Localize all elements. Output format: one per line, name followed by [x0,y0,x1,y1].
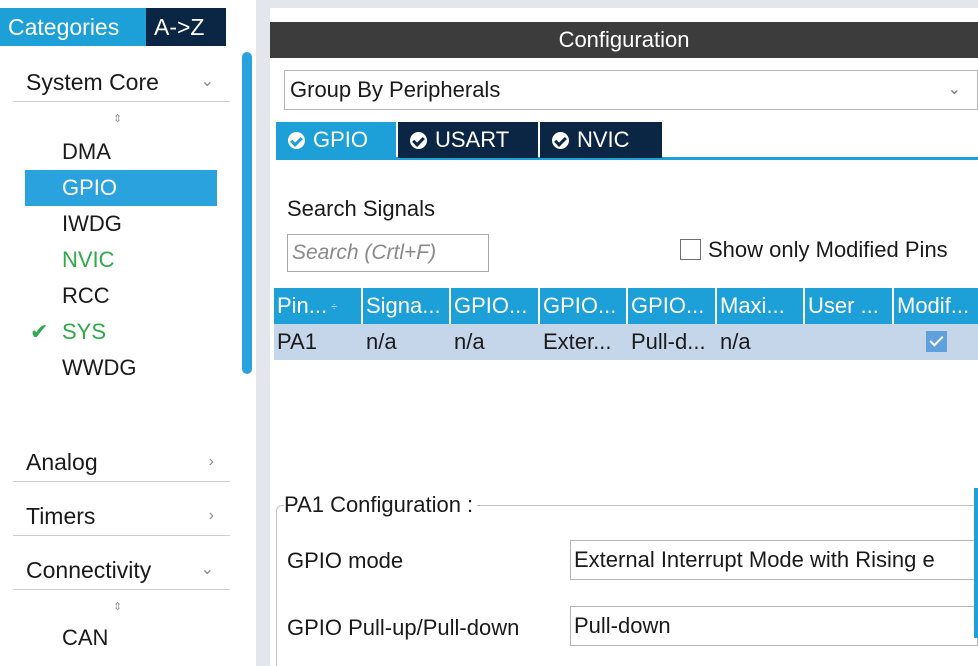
group-by-value: Group By Peripherals [290,77,501,102]
panel-divider[interactable] [256,0,270,666]
chevron-right-icon: › [208,453,214,470]
sidebar-scrollbar[interactable] [242,52,252,374]
cell-user-label[interactable] [805,324,894,360]
tree-item-label: GPIO [62,175,118,200]
tree-item-label: IWDG [62,211,122,236]
tree-item-label: RCC [62,283,110,308]
tab-nvic[interactable]: NVIC [540,122,662,158]
tree-item-dma[interactable]: DMA [25,134,217,170]
tree-item-label: SYS [62,319,107,344]
category-analog[interactable]: Analog › [13,442,230,482]
column-header-gpio-mode[interactable]: GPIO... [540,288,628,324]
left-panel: Categories A->Z System Core ⌄ ⇕ DMA GPIO… [0,0,256,666]
column-header-gpio-pull[interactable]: GPIO... [628,288,717,324]
header-text: Pin... [277,293,328,318]
chevron-down-icon: ⌄ [947,81,961,98]
column-header-max-speed[interactable]: Maxi... [717,288,805,324]
tab-label: GPIO [313,127,369,152]
show-modified-pins-checkbox[interactable]: Show only Modified Pins [680,236,948,264]
chevron-right-icon: › [208,507,214,524]
peripheral-tabs: GPIO USART NVIC [276,122,978,160]
category-tree: System Core ⌄ ⇕ DMA GPIO IWDG NVIC RCC ✔… [0,50,242,666]
top-gap [270,0,978,8]
tree-item-can[interactable]: CAN [25,620,217,656]
category-label: Timers [26,503,96,529]
check-circle-icon [410,132,427,149]
check-circle-icon [288,132,305,149]
column-header-signal[interactable]: Signa... [363,288,451,324]
search-signals-input[interactable] [287,234,489,272]
tab-categories[interactable]: Categories [0,8,146,46]
category-label: Connectivity [26,557,152,583]
category-label: System Core [26,69,159,95]
tree-item-gpio[interactable]: GPIO [25,170,217,206]
column-header-modified[interactable]: Modif... [894,288,978,324]
category-connectivity[interactable]: Connectivity ⌄ [13,550,230,590]
right-scrollbar[interactable] [974,488,978,638]
tab-spacer [226,8,256,46]
chevron-down-icon: ⌄ [200,73,214,90]
search-signals-label: Search Signals [287,196,435,221]
tab-a-z[interactable]: A->Z [146,8,226,46]
tree-item-label: CAN [62,625,109,650]
tree-item-rcc[interactable]: RCC [25,278,217,314]
tab-usart[interactable]: USART [398,122,538,158]
sort-icon[interactable]: ⇕ [113,112,122,125]
sort-icon[interactable]: ⇕ [113,600,122,613]
chevron-down-icon: ⌄ [200,561,214,578]
tree-item-label: WWDG [62,355,137,380]
show-modified-label: Show only Modified Pins [708,237,948,262]
gpio-pull-select[interactable]: Pull-down [570,606,978,646]
column-header-pin[interactable]: Pin... ÷ [274,288,363,324]
tree-item-sys[interactable]: ✔ SYS [25,314,217,350]
tree-item-label: DMA [62,139,111,164]
category-system-core[interactable]: System Core ⌄ [13,62,230,102]
tab-label: NVIC [577,127,630,152]
pin-table: Pin... ÷ Signa... GPIO... GPIO... GPIO...… [274,288,978,360]
tree-item-nvic[interactable]: NVIC [25,242,217,278]
configuration-panel: Configuration Group By Peripherals ⌄ GPI… [270,0,978,666]
cell-gpio-pull: Pull-d... [631,329,706,354]
cell-pin: PA1 [277,329,317,354]
cell-signal: n/a [366,329,397,354]
group-by-select[interactable]: Group By Peripherals ⌄ [284,70,978,110]
column-header-gpio-output[interactable]: GPIO... [451,288,540,324]
sort-icon: ÷ [331,301,338,313]
category-timers[interactable]: Timers › [13,496,230,536]
table-row[interactable]: PA1 n/a n/a Exter... Pull-d... n/a [274,324,978,360]
tab-gpio[interactable]: GPIO [276,122,396,158]
checkmark-icon: ✔ [30,319,49,344]
column-header-user-label[interactable]: User ... [805,288,894,324]
gpio-pull-label: GPIO Pull-up/Pull-down [287,615,520,640]
modified-checkbox[interactable] [926,331,947,352]
tree-item-iwdg[interactable]: IWDG [25,206,217,242]
tab-label: USART [435,127,510,152]
checkbox-box[interactable] [680,239,701,260]
check-circle-icon [552,132,569,149]
tree-item-label: NVIC [62,247,115,272]
pin-config-title: PA1 Configuration : [284,492,478,518]
cell-gpio-output: n/a [454,329,485,354]
table-header: Pin... ÷ Signa... GPIO... GPIO... GPIO...… [274,288,978,324]
configuration-header: Configuration [270,22,978,58]
gpio-mode-label: GPIO mode [287,548,404,573]
cell-gpio-mode: Exter... [543,329,612,354]
cell-max-speed: n/a [720,329,751,354]
sidebar-view-tabs: Categories A->Z [0,8,256,46]
tree-item-wwdg[interactable]: WWDG [25,350,217,386]
category-label: Analog [26,449,98,475]
configuration-title: Configuration [558,27,690,52]
gpio-mode-select[interactable]: External Interrupt Mode with Rising e [570,540,978,580]
